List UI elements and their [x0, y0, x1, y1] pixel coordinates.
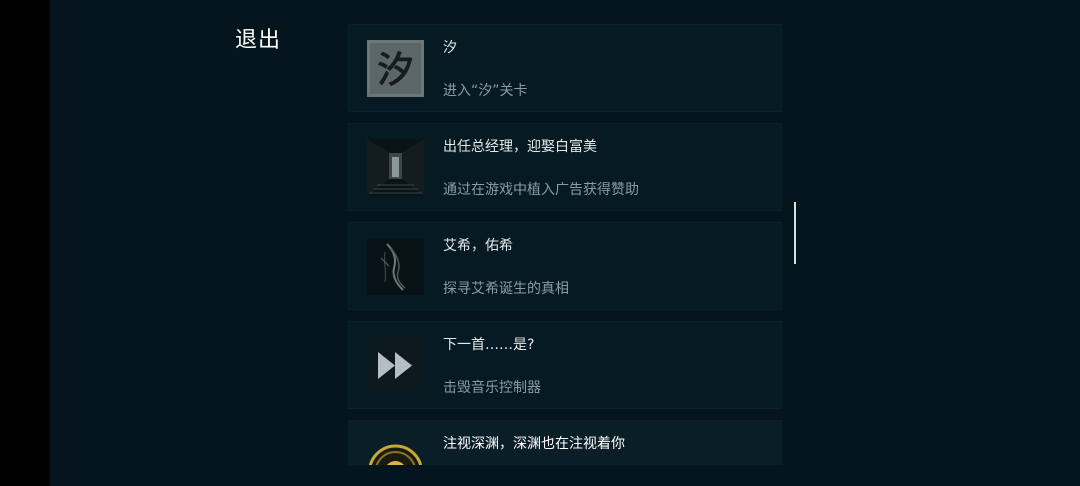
achievement-desc: 探寻艾希诞生的真相 — [443, 281, 569, 297]
figure-silhouette-icon — [367, 238, 424, 295]
svg-text:汐: 汐 — [377, 49, 413, 91]
achievement-card[interactable]: 出任总经理，迎娶白富美 通过在游戏中植入广告获得赞助 — [348, 123, 782, 211]
achievement-card[interactable]: 注视深渊，深渊也在注视着你 — [348, 420, 782, 465]
fast-forward-icon — [367, 337, 424, 394]
achievement-title: 出任总经理，迎娶白富美 — [443, 139, 597, 155]
exit-button[interactable]: 退出 — [235, 22, 281, 54]
achievement-desc: 进入“汐”关卡 — [443, 83, 528, 99]
achievement-title: 艾希，佑希 — [443, 238, 513, 254]
achievement-title: 汐 — [443, 40, 457, 56]
achievement-desc: 击毁音乐控制器 — [443, 380, 541, 396]
scrollbar[interactable] — [794, 202, 796, 264]
achievement-list[interactable]: 汐 汐 进入“汐”关卡 出任总经理，迎娶白富美 通过在游戏中植入广告获得赞助 艾… — [348, 24, 782, 465]
corridor-door-icon — [367, 139, 424, 196]
achievement-card[interactable]: 汐 汐 进入“汐”关卡 — [348, 24, 782, 112]
achievement-title: 下一首……是? — [443, 337, 535, 353]
achievement-card[interactable]: 艾希，佑希 探寻艾希诞生的真相 — [348, 222, 782, 310]
achievement-card[interactable]: 下一首……是? 击毁音乐控制器 — [348, 321, 782, 409]
achievement-title: 注视深渊，深渊也在注视着你 — [443, 436, 625, 452]
golden-eye-icon — [367, 436, 424, 465]
xi-character-icon: 汐 — [367, 40, 424, 97]
achievement-desc: 通过在游戏中植入广告获得赞助 — [443, 182, 639, 198]
